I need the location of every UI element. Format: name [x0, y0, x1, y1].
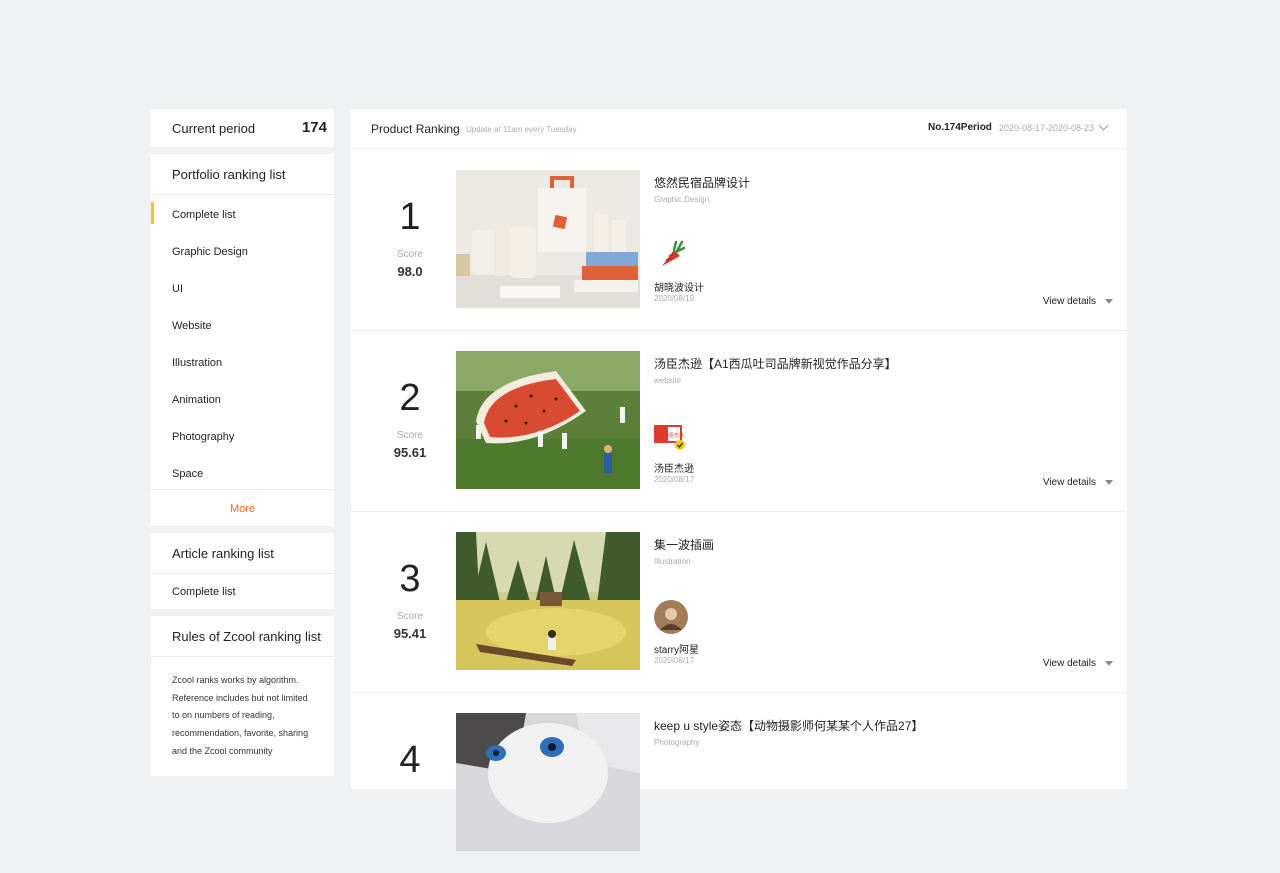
ranking-row: 4 keep u style姿态【动物摄影师何某某个人作品27】 Photogr…	[351, 692, 1127, 873]
score-label: Score	[396, 611, 424, 622]
score-value: 95.41	[393, 626, 427, 641]
portfolio-ranking-card: Portfolio ranking list Complete list Gra…	[151, 154, 334, 526]
work-thumbnail[interactable]	[456, 532, 640, 670]
view-details-button[interactable]: View details	[1043, 477, 1113, 488]
publish-date: 2020/08/17	[654, 475, 695, 484]
menu-item-label: Animation	[172, 394, 221, 406]
menu-item-label: Complete list	[172, 209, 236, 221]
more-link[interactable]: More	[230, 503, 255, 515]
chevron-down-icon	[1098, 120, 1109, 131]
portfolio-ranking-title: Portfolio ranking list	[172, 167, 286, 182]
product-ranking-title: Product Ranking	[371, 122, 460, 136]
caret-down-icon	[1105, 299, 1113, 304]
more-row: More	[151, 489, 334, 526]
author-name[interactable]: 汤臣杰逊	[654, 460, 694, 475]
rules-title: Rules of Zcool ranking list	[172, 629, 321, 644]
work-thumbnail[interactable]	[456, 170, 640, 308]
author-name[interactable]: 胡晓波设计	[654, 279, 704, 294]
view-details-label: View details	[1042, 477, 1096, 488]
article-ranking-title: Article ranking list	[172, 546, 274, 561]
current-period-label: Current period	[172, 121, 256, 136]
work-title[interactable]: 汤臣杰逊【A1西瓜吐司品牌新视觉作品分享】	[654, 355, 897, 372]
rules-text: Zcool ranks works by algorithm. Referenc…	[172, 675, 309, 756]
rules-header: Rules of Zcool ranking list	[151, 616, 334, 657]
product-ranking-header: Product Ranking Update at 11am every Tue…	[351, 109, 1127, 149]
work-category: Photography	[654, 738, 700, 747]
rank-number: 4	[399, 739, 421, 781]
portfolio-menu: Complete list Graphic Design UI Website …	[151, 195, 334, 492]
article-ranking-card: Article ranking list Complete list	[151, 533, 334, 609]
score-label: Score	[396, 249, 424, 260]
menu-item-label: Website	[172, 320, 212, 332]
view-details-label: View details	[1042, 658, 1096, 669]
caret-down-icon	[1105, 480, 1113, 485]
brand-logo-text: 汤臣杰逊	[664, 432, 684, 439]
score-label: Score	[396, 430, 424, 441]
menu-item-label: UI	[172, 283, 183, 295]
menu-item-animation[interactable]: Animation	[151, 381, 334, 418]
user-avatar-icon[interactable]	[654, 600, 688, 634]
rank-number: 1	[399, 196, 421, 238]
menu-item-photography[interactable]: Photography	[151, 418, 334, 455]
article-ranking-header: Article ranking list	[151, 533, 334, 574]
menu-item-graphic-design[interactable]: Graphic Design	[151, 233, 334, 270]
rank-number: 2	[399, 377, 421, 419]
work-category: Graphic Design	[654, 195, 710, 204]
current-period-number: 174	[301, 119, 327, 136]
work-title[interactable]: keep u style姿态【动物摄影师何某某个人作品27】	[654, 717, 923, 734]
ranking-row: 2 Score 95.61 汤臣杰逊【A1西瓜吐司品牌新视觉作品分享】 webs…	[351, 330, 1127, 512]
menu-item-space[interactable]: Space	[151, 455, 334, 492]
menu-item-website[interactable]: Website	[151, 307, 334, 344]
menu-item-label: Graphic Design	[172, 246, 248, 258]
portfolio-ranking-header: Portfolio ranking list	[151, 154, 334, 195]
period-number: No.174Period	[928, 122, 992, 133]
work-title[interactable]: 集一波插画	[654, 536, 714, 553]
work-category: Illustration	[654, 557, 691, 566]
publish-date: 2020/08/19	[654, 294, 695, 303]
ranking-row: 1 Score 98.0 悠然民宿品牌设计 Graphic Design 胡晓波…	[351, 149, 1127, 331]
update-note: Update at 11am every Tuesday	[466, 125, 577, 134]
menu-item-ui[interactable]: UI	[151, 270, 334, 307]
work-title[interactable]: 悠然民宿品牌设计	[654, 174, 750, 191]
publish-date: 2020/08/17	[654, 656, 695, 665]
current-period-card: Current period 174	[151, 109, 334, 147]
caret-down-icon	[1105, 661, 1113, 666]
menu-item-label: Complete list	[172, 586, 236, 598]
brand-logo-icon[interactable]: 汤臣杰逊	[654, 419, 686, 451]
score-value: 98.0	[397, 264, 423, 279]
view-details-button[interactable]: View details	[1043, 296, 1113, 307]
menu-item-label: Illustration	[172, 357, 223, 369]
carrot-icon[interactable]	[654, 238, 686, 270]
menu-item-label: Photography	[172, 431, 235, 443]
score-value: 95.61	[393, 445, 427, 460]
view-details-button[interactable]: View details	[1043, 658, 1113, 669]
product-ranking-panel: Product Ranking Update at 11am every Tue…	[351, 109, 1127, 851]
menu-item-illustration[interactable]: Illustration	[151, 344, 334, 381]
ranking-row: 3 Score 95.41 集一波插画 Illustration starry阿…	[351, 511, 1127, 693]
work-thumbnail[interactable]	[456, 713, 640, 851]
period-selector[interactable]: No.174Period 2020-08-17-2020-08-23	[928, 120, 1109, 133]
author-name[interactable]: starry阿星	[654, 641, 699, 656]
period-range: 2020-08-17-2020-08-23	[998, 122, 1094, 133]
article-item-complete-list[interactable]: Complete list	[151, 574, 334, 611]
menu-item-label: Space	[172, 468, 204, 480]
view-details-label: View details	[1042, 296, 1096, 307]
work-thumbnail[interactable]	[456, 351, 640, 489]
work-category: website	[654, 376, 682, 385]
rank-number: 3	[399, 558, 421, 600]
rules-card: Rules of Zcool ranking list Zcool ranks …	[151, 616, 334, 776]
menu-item-complete-list[interactable]: Complete list	[151, 196, 334, 233]
